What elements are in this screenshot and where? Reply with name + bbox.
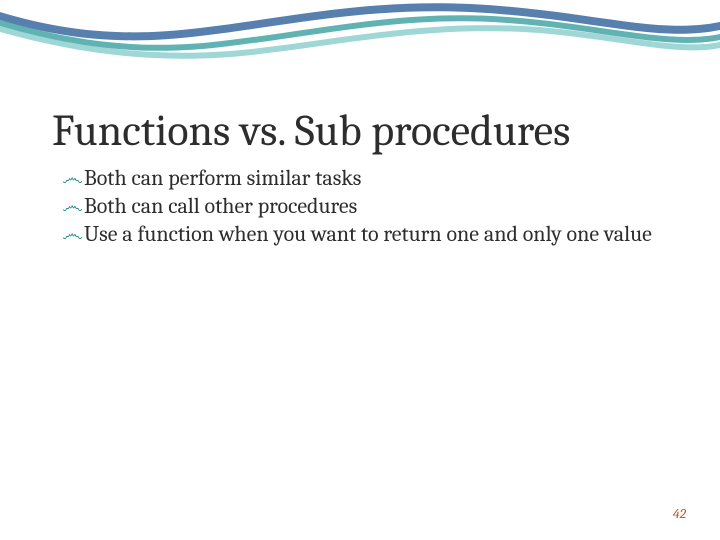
bullet-text: Both can call other procedures: [84, 193, 660, 219]
slide: Functions vs. Sub procedures ෴ Both can …: [0, 0, 720, 540]
wave-decoration: [0, 0, 720, 70]
bullet-list: ෴ Both can perform similar tasks ෴ Both …: [62, 165, 660, 249]
bullet-icon: ෴: [62, 221, 84, 247]
list-item: ෴ Both can perform similar tasks: [62, 165, 660, 191]
slide-title: Functions vs. Sub procedures: [52, 107, 680, 155]
bullet-text: Both can perform similar tasks: [84, 165, 660, 191]
page-number: 42: [673, 505, 686, 522]
bullet-text: Use a function when you want to return o…: [84, 221, 660, 247]
bullet-icon: ෴: [62, 165, 84, 191]
list-item: ෴ Use a function when you want to return…: [62, 221, 660, 247]
bullet-icon: ෴: [62, 193, 84, 219]
list-item: ෴ Both can call other procedures: [62, 193, 660, 219]
